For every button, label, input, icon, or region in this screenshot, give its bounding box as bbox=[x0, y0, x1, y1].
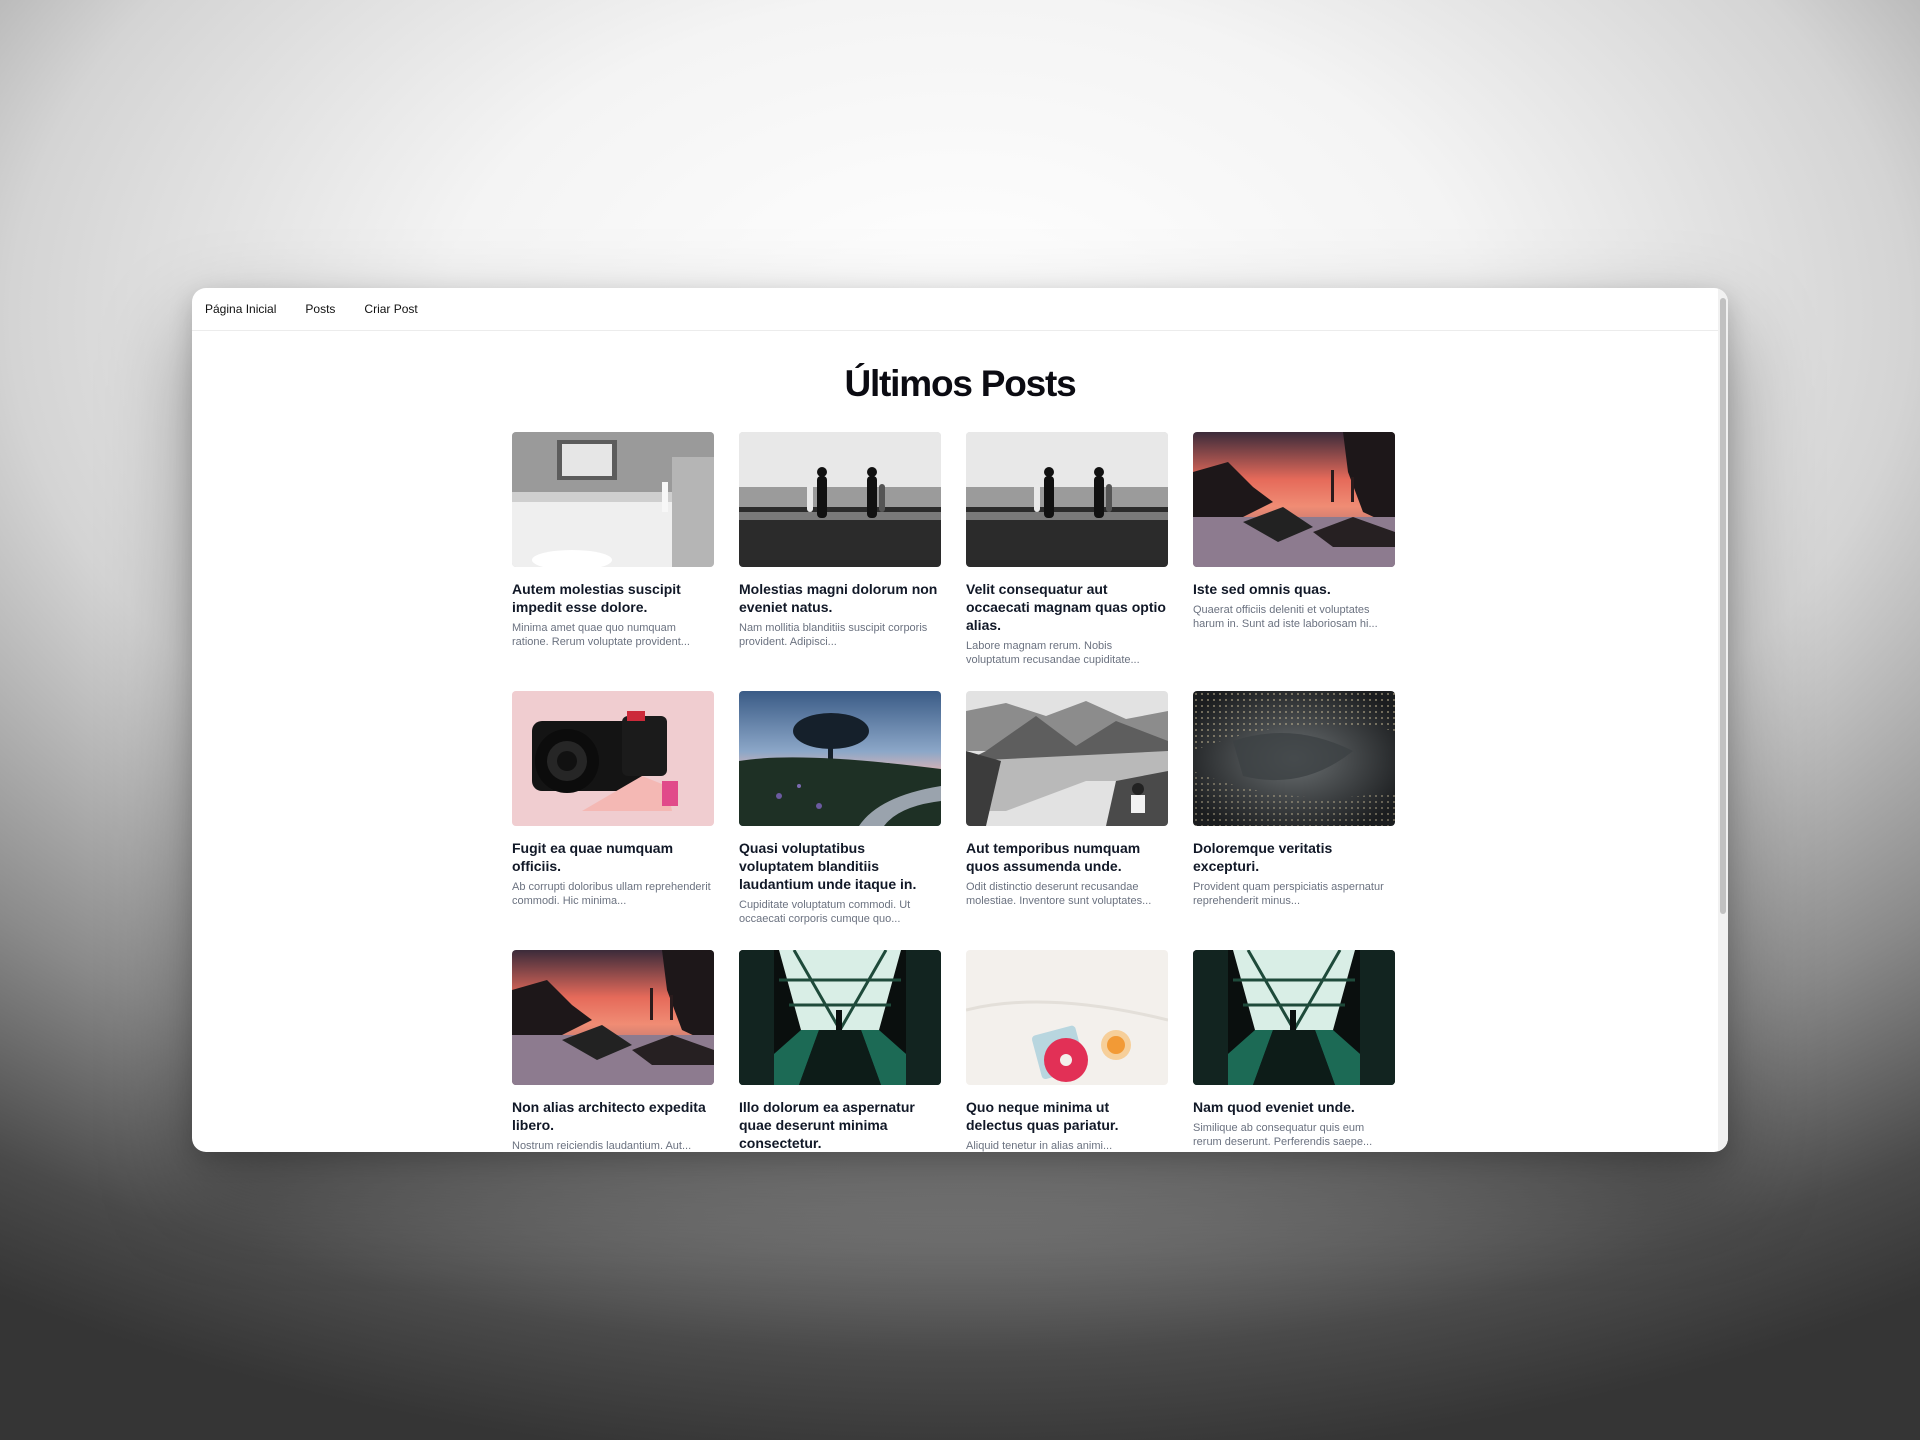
vertical-scrollbar[interactable] bbox=[1718, 288, 1728, 1152]
top-navbar: Página Inicial Posts Criar Post bbox=[192, 288, 1728, 331]
post-title[interactable]: Velit consequatur aut occaecati magnam q… bbox=[966, 580, 1168, 634]
surfers-bw-image-icon bbox=[739, 432, 941, 567]
post-title[interactable]: Iste sed omnis quas. bbox=[1193, 580, 1395, 598]
post-card[interactable]: Fugit ea quae numquam officiis. Ab corrup… bbox=[512, 691, 714, 926]
scrollbar-thumb[interactable] bbox=[1720, 298, 1726, 914]
post-image[interactable] bbox=[966, 950, 1168, 1085]
post-image[interactable] bbox=[1193, 432, 1395, 567]
post-card[interactable]: Non alias architecto expedita libero. Nos… bbox=[512, 950, 714, 1152]
post-card[interactable]: Iste sed omnis quas. Quaerat officiis del… bbox=[1193, 432, 1395, 667]
post-image[interactable] bbox=[512, 950, 714, 1085]
post-card[interactable]: Autem molestias suscipit impedit esse do… bbox=[512, 432, 714, 667]
abstract-image-icon bbox=[1193, 691, 1395, 826]
camera-image-icon bbox=[512, 691, 714, 826]
post-image[interactable] bbox=[739, 691, 941, 826]
fjord-bw-image-icon bbox=[966, 691, 1168, 826]
post-card[interactable]: Velit consequatur aut occaecati magnam q… bbox=[966, 432, 1168, 667]
post-title[interactable]: Molestias magni dolorum non eveniet natu… bbox=[739, 580, 941, 616]
post-card[interactable]: Aut temporibus numquam quos assumenda un… bbox=[966, 691, 1168, 926]
post-card[interactable]: Molestias magni dolorum non eveniet natu… bbox=[739, 432, 941, 667]
posts-grid: Autem molestias suscipit impedit esse do… bbox=[512, 432, 1396, 1152]
page-title: Últimos Posts bbox=[844, 363, 1076, 404]
surfers-bw-image-icon bbox=[966, 432, 1168, 567]
post-card[interactable]: Quo neque minima ut delectus quas pariat… bbox=[966, 950, 1168, 1152]
post-excerpt: Labore magnam rerum. Nobis voluptatum re… bbox=[966, 640, 1140, 666]
post-image[interactable] bbox=[966, 432, 1168, 567]
post-excerpt: Cupiditate voluptatum commodi. Ut occaec… bbox=[739, 899, 911, 925]
sunset-bridge-image-icon bbox=[1193, 432, 1395, 567]
post-image[interactable] bbox=[1193, 950, 1395, 1085]
post-image[interactable] bbox=[966, 691, 1168, 826]
post-image[interactable] bbox=[512, 432, 714, 567]
escalator-image-icon bbox=[739, 950, 941, 1085]
nav-link-create-post[interactable]: Criar Post bbox=[364, 302, 417, 316]
post-excerpt: Quaerat officiis deleniti et voluptates … bbox=[1193, 604, 1378, 630]
post-title[interactable]: Autem molestias suscipit impedit esse do… bbox=[512, 580, 714, 616]
sunset-bridge-image-icon bbox=[512, 950, 714, 1085]
post-title[interactable]: Quo neque minima ut delectus quas pariat… bbox=[966, 1098, 1168, 1134]
nav-link-home[interactable]: Página Inicial bbox=[205, 302, 276, 316]
post-card[interactable]: Quasi voluptatibus voluptatem blanditiis… bbox=[739, 691, 941, 926]
post-excerpt: Aliquid tenetur in alias animi... bbox=[966, 1140, 1113, 1152]
post-card[interactable]: Doloremque veritatis excepturi. Provident… bbox=[1193, 691, 1395, 926]
nav-link-posts[interactable]: Posts bbox=[305, 302, 335, 316]
post-image[interactable] bbox=[512, 691, 714, 826]
post-excerpt: Provident quam perspiciatis aspernatur r… bbox=[1193, 881, 1384, 907]
post-title[interactable]: Illo dolorum ea aspernatur quae deserunt… bbox=[739, 1098, 941, 1152]
post-excerpt: Similique ab consequatur quis eum rerum … bbox=[1193, 1122, 1373, 1148]
post-excerpt: Minima amet quae quo numquam ratione. Re… bbox=[512, 622, 690, 648]
post-excerpt: Odit distinctio deserunt recusandae mole… bbox=[966, 881, 1152, 907]
post-excerpt: Nam mollitia blanditiis suscipit corpori… bbox=[739, 622, 928, 648]
post-excerpt: Nostrum reiciendis laudantium. Aut... bbox=[512, 1140, 692, 1152]
room-bw-image-icon bbox=[512, 432, 714, 567]
escalator-image-icon bbox=[1193, 950, 1395, 1085]
donut-image-icon bbox=[966, 950, 1168, 1085]
post-image[interactable] bbox=[1193, 691, 1395, 826]
post-title[interactable]: Nam quod eveniet unde. bbox=[1193, 1098, 1395, 1116]
post-card[interactable]: Illo dolorum ea aspernatur quae deserunt… bbox=[739, 950, 941, 1152]
tree-dusk-image-icon bbox=[739, 691, 941, 826]
post-title[interactable]: Doloremque veritatis excepturi. bbox=[1193, 839, 1395, 875]
post-image[interactable] bbox=[739, 950, 941, 1085]
post-card[interactable]: Nam quod eveniet unde. Similique ab conse… bbox=[1193, 950, 1395, 1152]
post-excerpt: Ab corrupti doloribus ullam reprehenderi… bbox=[512, 881, 711, 907]
post-title[interactable]: Non alias architecto expedita libero. bbox=[512, 1098, 714, 1134]
post-title[interactable]: Quasi voluptatibus voluptatem blanditiis… bbox=[739, 839, 941, 893]
post-title[interactable]: Aut temporibus numquam quos assumenda un… bbox=[966, 839, 1168, 875]
browser-window: Página Inicial Posts Criar Post Últimos … bbox=[192, 288, 1728, 1152]
post-title[interactable]: Fugit ea quae numquam officiis. bbox=[512, 839, 714, 875]
post-image[interactable] bbox=[739, 432, 941, 567]
